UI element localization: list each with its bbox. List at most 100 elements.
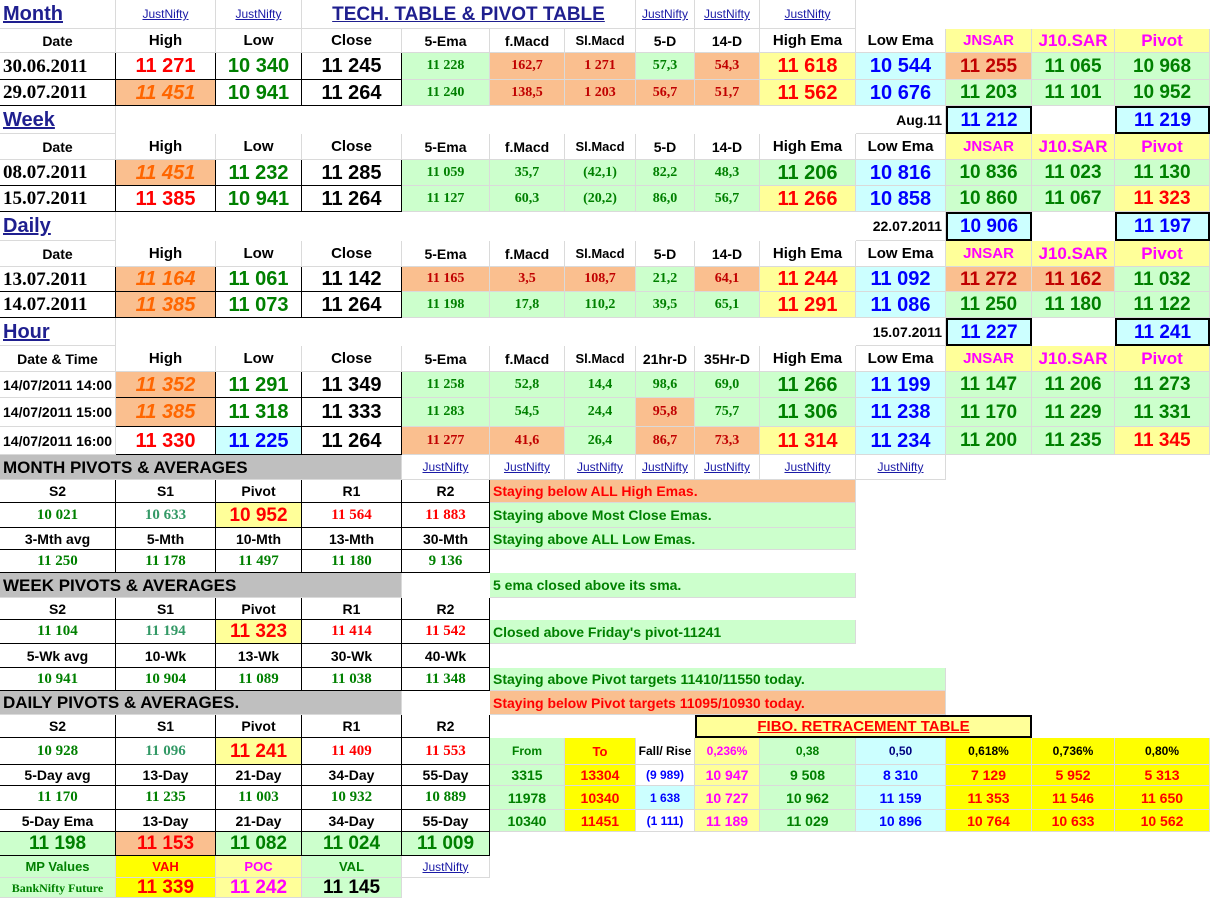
column-header: 5-Ema <box>402 346 490 372</box>
tech-cell-week-1-2: 10 941 <box>216 186 302 212</box>
justnifty-link[interactable]: JustNifty <box>216 0 302 29</box>
tech-cell-month-0-13: 10 968 <box>1115 53 1210 80</box>
pivot-header: Pivot <box>216 715 302 738</box>
column-header: Sl.Macd <box>565 134 636 160</box>
average-label: 5-Wk avg <box>0 644 116 668</box>
average-value: 11 009 <box>402 832 490 856</box>
tech-cell-daily-0-4: 11 165 <box>402 267 490 292</box>
column-header: 5-Ema <box>402 241 490 267</box>
fibo-value: (1 111) <box>636 810 695 832</box>
tech-cell-month-0-4: 11 228 <box>402 53 490 80</box>
tech-cell-month-1-4: 11 240 <box>402 80 490 106</box>
fibo-value: 5 952 <box>1032 765 1115 786</box>
column-header: Sl.Macd <box>565 29 636 53</box>
tech-cell-month-0-2: 10 340 <box>216 53 302 80</box>
tech-cell-month-0-8: 54,3 <box>695 53 760 80</box>
justnifty-link[interactable]: JustNifty <box>565 455 636 480</box>
justnifty-link[interactable]: JustNifty <box>116 0 216 29</box>
fibo-value: 10 633 <box>1032 810 1115 832</box>
fibo-value: 11978 <box>490 786 565 810</box>
column-header: 5-D <box>636 134 695 160</box>
column-header: High Ema <box>760 29 856 53</box>
tech-cell-daily-1-9: 11 291 <box>760 292 856 318</box>
column-header: Close <box>302 29 402 53</box>
tech-cell-daily-1-4: 11 198 <box>402 292 490 318</box>
column-header: Close <box>302 346 402 372</box>
fibo-value: 11 159 <box>856 786 946 810</box>
average-label: 13-Day <box>116 765 216 786</box>
column-header: JNSAR <box>946 134 1032 160</box>
tech-cell-month-0-0: 30.06.2011 <box>0 53 116 80</box>
justnifty-link[interactable]: JustNifty <box>402 455 490 480</box>
mp-header: VAL <box>302 856 402 878</box>
tech-cell-daily-1-8: 65,1 <box>695 292 760 318</box>
tech-cell-daily-1-3: 11 264 <box>302 292 402 318</box>
note: Staying below Pivot targets 11095/10930 … <box>490 691 946 715</box>
justnifty-link[interactable]: JustNifty <box>760 0 856 29</box>
justnifty-link[interactable]: JustNifty <box>402 856 490 878</box>
justnifty-link[interactable]: JustNifty <box>490 455 565 480</box>
mp-value: 11 242 <box>216 878 302 898</box>
fibo-value: 10 764 <box>946 810 1032 832</box>
pivot-header: S2 <box>0 715 116 738</box>
tech-cell-week-0-9: 11 206 <box>760 160 856 186</box>
page-title: TECH. TABLE & PIVOT TABLE <box>302 0 636 29</box>
tech-cell-hour-2-1: 11 330 <box>116 427 216 455</box>
average-value: 11 235 <box>116 786 216 810</box>
justnifty-link[interactable]: JustNifty <box>695 0 760 29</box>
tech-cell-hour-1-9: 11 306 <box>760 398 856 427</box>
fibo-value: 10 562 <box>1115 810 1210 832</box>
average-label: 55-Day <box>402 810 490 832</box>
tech-cell-hour-0-11: 11 147 <box>946 372 1032 398</box>
tech-cell-month-1-12: 11 101 <box>1032 80 1115 106</box>
column-header: Pivot <box>1115 29 1210 53</box>
justnifty-link[interactable]: JustNifty <box>636 0 695 29</box>
pivot-value: 10 021 <box>0 503 116 528</box>
tech-cell-hour-1-1: 11 385 <box>116 398 216 427</box>
tech-cell-week-1-12: 11 067 <box>1032 186 1115 212</box>
tech-cell-daily-0-0: 13.07.2011 <box>0 267 116 292</box>
average-value: 10 889 <box>402 786 490 810</box>
average-label: 40-Wk <box>402 644 490 668</box>
average-label: 5-Day avg <box>0 765 116 786</box>
tech-cell-month-0-5: 162,7 <box>490 53 565 80</box>
column-header: Low Ema <box>856 346 946 372</box>
fibo-header: 0,38 <box>760 738 856 765</box>
justnifty-link[interactable]: JustNifty <box>695 455 760 480</box>
tech-cell-hour-0-0: 14/07/2011 14:00 <box>0 372 116 398</box>
tech-cell-daily-1-11: 11 250 <box>946 292 1032 318</box>
average-label: 10-Mth <box>216 528 302 550</box>
tech-cell-week-1-6: (20,2) <box>565 186 636 212</box>
column-header: High Ema <box>760 346 856 372</box>
tech-cell-month-1-6: 1 203 <box>565 80 636 106</box>
tech-cell-hour-1-5: 54,5 <box>490 398 565 427</box>
tech-cell-month-0-10: 10 544 <box>856 53 946 80</box>
tech-cell-week-0-1: 11 451 <box>116 160 216 186</box>
pivot-value: 11 414 <box>302 620 402 644</box>
fibo-value: 11 353 <box>946 786 1032 810</box>
tech-cell-daily-0-8: 64,1 <box>695 267 760 292</box>
fibo-value: 3315 <box>490 765 565 786</box>
column-header: Low <box>216 241 302 267</box>
justnifty-link[interactable]: JustNifty <box>636 455 695 480</box>
average-label: 30-Wk <box>302 644 402 668</box>
tech-cell-month-1-2: 10 941 <box>216 80 302 106</box>
pivot-value: 11 323 <box>216 620 302 644</box>
pivot-next: 11 241 <box>1115 318 1210 346</box>
average-label: 21-Day <box>216 765 302 786</box>
pivot-value: 11 883 <box>402 503 490 528</box>
average-label: 13-Day <box>116 810 216 832</box>
pivot-header: R2 <box>402 480 490 503</box>
average-value: 11 348 <box>402 668 490 691</box>
justnifty-link[interactable]: JustNifty <box>760 455 856 480</box>
average-label: 13-Mth <box>302 528 402 550</box>
column-header: Pivot <box>1115 241 1210 267</box>
tech-cell-daily-1-2: 11 073 <box>216 292 302 318</box>
tech-cell-daily-0-6: 108,7 <box>565 267 636 292</box>
tech-cell-month-0-9: 11 618 <box>760 53 856 80</box>
tech-cell-week-0-0: 08.07.2011 <box>0 160 116 186</box>
justnifty-link[interactable]: JustNifty <box>856 455 946 480</box>
average-label: 13-Wk <box>216 644 302 668</box>
tech-cell-hour-1-3: 11 333 <box>302 398 402 427</box>
tech-cell-hour-0-10: 11 199 <box>856 372 946 398</box>
